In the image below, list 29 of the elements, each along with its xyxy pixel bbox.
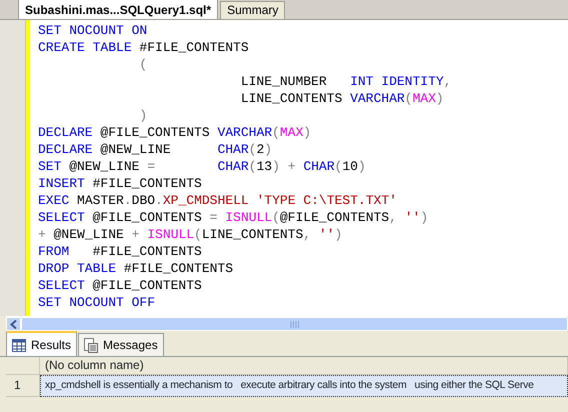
code-line: DECLARE @NEW_LINE CHAR(2) [38,141,274,158]
code-line: SET @NEW_LINE = CHAR(13) + CHAR(10) [38,158,367,175]
grip-icon [290,320,300,328]
row-number[interactable]: 1 [6,375,40,397]
grid-icon [12,338,26,352]
code-line: ( [138,56,148,73]
scroll-left-button[interactable] [6,317,21,331]
results-tab[interactable]: Messages [78,333,164,356]
code-line: SELECT @FILE_CONTENTS = ISNULL(@FILE_CONTENTS, '') [38,209,430,226]
code-line: LINE_CONTENTS VARCHAR(MAX) [240,90,445,107]
code-line: CREATE TABLE #FILE_CONTENTS [38,39,250,56]
code-line: SELECT @FILE_CONTENTS [38,277,203,294]
results-tab[interactable]: Results [6,331,78,356]
code-line: DECLARE @FILE_CONTENTS VARCHAR(MAX) [38,124,312,141]
code-line: EXEC MASTER.DBO.XP_CMDSHELL 'TYPE C:\TEST.TXT' [38,192,398,209]
code-line: DROP TABLE #FILE_CONTENTS [38,260,234,277]
code-line: SET NOCOUNT OFF [38,294,156,311]
document-tab[interactable]: Subashini.mas...SQLQuery1.sql* [18,0,218,19]
code-line: LINE_NUMBER INT IDENTITY, [240,73,452,90]
column-header[interactable]: (No column name) [40,357,568,375]
document-icon [84,338,98,352]
code-line: ) [138,107,148,124]
code-line: SET NOCOUNT ON [38,22,148,39]
code-line: + @NEW_LINE + ISNULL(LINE_CONTENTS, '') [38,226,344,243]
table-cell[interactable]: xp_cmdshell is essentially a mechanism to execute arbitrary calls into the system using either the SQL Serve [40,375,568,397]
row-header-corner [6,357,40,375]
code-line: FROM #FILE_CONTENTS [38,243,203,260]
code-line: INSERT #FILE_CONTENTS [38,175,203,192]
document-tab[interactable]: Summary [220,1,286,19]
